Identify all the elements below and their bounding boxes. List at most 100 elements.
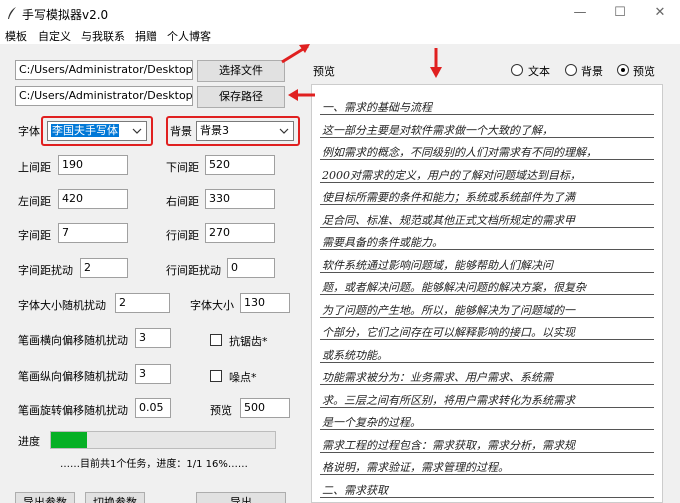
noise-label: 噪点*	[229, 371, 257, 384]
stroke-v-input[interactable]: 3	[135, 364, 171, 384]
mode-background-label: 背景	[581, 65, 603, 78]
export-params-button[interactable]: 导出参数	[15, 492, 75, 503]
bottom-margin-label: 下间距	[166, 161, 199, 174]
preview-resolution-label: 预览	[210, 404, 232, 417]
preview-rule-line	[320, 361, 654, 363]
preview-text-line: 足合同、标准、规范或其他正式文档所规定的需求甲	[322, 213, 575, 227]
preview-rule-line	[320, 316, 654, 318]
save-path-input[interactable]: C:/Users/Administrator/Desktop/新	[15, 86, 193, 106]
preview-text-line: 个部分，它们之间存在可以解释影响的接口。以实现	[322, 326, 575, 339]
line-jitter-label: 行间距扰动	[166, 264, 221, 277]
feather-pen-icon	[8, 7, 16, 19]
preview-rule-line	[320, 474, 654, 475]
maximize-button[interactable]: ☐	[600, 0, 640, 26]
mode-text-label: 文本	[528, 65, 550, 78]
menu-donate[interactable]: 捐赠	[135, 28, 157, 44]
antialias-label: 抗锯齿*	[229, 335, 268, 348]
progress-bar	[50, 431, 276, 449]
preview-rule-line	[320, 339, 654, 340]
preview-text-line: 使目标所需要的条件和能力；系统或系统部件为了满	[322, 191, 575, 204]
preview-rule-line	[320, 429, 654, 430]
preview-rule-line	[320, 271, 654, 273]
preview-rule-line	[320, 226, 654, 228]
menu-blog[interactable]: 个人博客	[167, 28, 211, 44]
font-highlight-box	[41, 116, 153, 146]
line-jitter-input[interactable]: 0	[227, 258, 275, 278]
preview-rule-line	[320, 406, 654, 408]
stroke-h-input[interactable]: 3	[135, 328, 171, 348]
left-margin-label: 左间距	[18, 195, 51, 208]
preview-rule-line	[320, 159, 654, 160]
mode-text-radio[interactable]	[511, 64, 523, 76]
preview-rule-line	[320, 451, 654, 453]
minimize-button[interactable]: —	[560, 0, 600, 26]
preview-text-line: 格说明，需求验证，需求管理的过程。	[322, 461, 509, 474]
menu-contact[interactable]: 与我联系	[81, 28, 125, 44]
antialias-checkbox[interactable]	[210, 334, 222, 346]
preview-text-line: 例如需求的概念，不同级别的人们对需求有不同的理解，	[322, 146, 597, 159]
preview-resolution-input[interactable]: 500	[240, 398, 290, 418]
char-jitter-label: 字间距扰动	[18, 264, 73, 277]
switch-params-button[interactable]: 切换参数	[85, 492, 145, 503]
char-jitter-input[interactable]: 2	[80, 258, 128, 278]
preview-rule-line	[320, 114, 654, 115]
mode-preview-label: 预览	[633, 65, 655, 78]
arrow-annotation-icon	[430, 48, 442, 78]
save-path-button[interactable]: 保存路径	[197, 86, 285, 108]
preview-text-line: 二、需求获取	[322, 483, 388, 497]
preview-text-line: 功能需求被分为：业务需求、用户需求、系统需	[322, 371, 553, 384]
preview-text-line: 或系统功能。	[322, 348, 388, 362]
close-button[interactable]: ✕	[640, 0, 680, 26]
mode-preview-radio[interactable]	[617, 64, 629, 76]
font-label: 字体	[18, 125, 40, 138]
stroke-h-label: 笔画横向偏移随机扰动	[18, 334, 128, 347]
title-bar: 手写模拟器v2.0 — ☐ ✕	[0, 0, 680, 26]
preview-rule-line	[320, 384, 654, 385]
menu-custom[interactable]: 自定义	[38, 28, 71, 44]
right-margin-label: 右间距	[166, 195, 199, 208]
progress-status: ……目前共1个任务，进度：1/1 16%……	[60, 459, 248, 470]
stroke-v-label: 笔画纵向偏移随机扰动	[18, 370, 128, 383]
size-jitter-input[interactable]: 2	[115, 293, 170, 313]
preview-text-line: 需要具备的条件或能力。	[322, 236, 443, 249]
right-margin-input[interactable]: 330	[205, 189, 275, 209]
char-spacing-input[interactable]: 7	[58, 223, 128, 243]
export-button[interactable]: 导出	[196, 492, 286, 503]
preview-rule-line	[320, 496, 654, 498]
preview-canvas: 一、需求的基础与流程 这一部分主要是对软件需求做一个大致的了解， 例如需求的概念，…	[311, 84, 663, 503]
preview-text-line: 求。三层之间有所区别，将用户需求转化为系统需求	[322, 393, 575, 407]
preview-text-line: 一、需求的基础与流程	[322, 101, 432, 114]
size-jitter-label: 字体大小随机扰动	[18, 299, 106, 312]
char-spacing-label: 字间距	[18, 229, 51, 242]
progress-fill	[51, 432, 87, 448]
stroke-rot-label: 笔画旋转偏移随机扰动	[18, 404, 128, 417]
menu-template[interactable]: 模板	[5, 28, 27, 44]
noise-checkbox[interactable]	[210, 370, 222, 382]
preview-text-line: 题，或者解决问题。能够解决问题的解决方案，很复杂	[322, 281, 586, 294]
preview-rule-line	[320, 294, 654, 295]
menu-bar: 模板 自定义 与我联系 捐赠 个人博客	[0, 26, 680, 44]
mode-background-radio[interactable]	[565, 64, 577, 76]
preview-rule-line	[320, 204, 654, 205]
window-title: 手写模拟器v2.0	[22, 8, 109, 22]
preview-text-line: 这一部分主要是对软件需求做一个大致的了解，	[322, 123, 553, 137]
font-size-label: 字体大小	[190, 299, 234, 312]
line-spacing-input[interactable]: 270	[205, 223, 275, 243]
preview-rule-line	[320, 136, 654, 138]
preview-text-line: 2000对需求的定义，用户的了解对问题域达到目标，	[322, 168, 581, 182]
choose-file-button[interactable]: 选择文件	[197, 60, 285, 82]
background-highlight-box	[166, 116, 300, 146]
progress-label: 进度	[18, 435, 40, 448]
preview-text-line: 需求工程的过程包含：需求获取，需求分析，需求规	[322, 438, 575, 452]
preview-text-line: 为了问题的产生地。所以，能够解决为了问题域的一	[322, 303, 575, 317]
line-spacing-label: 行间距	[166, 229, 199, 242]
preview-text-line: 软件系统通过影响问题域，能够帮助人们解决问	[322, 258, 553, 272]
left-margin-input[interactable]: 420	[58, 189, 128, 209]
text-path-input[interactable]: C:/Users/Administrator/Desktop/新	[15, 60, 193, 80]
top-margin-input[interactable]: 190	[58, 155, 128, 175]
preview-rule-line	[320, 181, 654, 183]
bottom-margin-input[interactable]: 520	[205, 155, 275, 175]
preview-title: 预览	[313, 65, 335, 78]
stroke-rot-input[interactable]: 0.05	[135, 398, 171, 418]
font-size-input[interactable]: 130	[240, 293, 290, 313]
